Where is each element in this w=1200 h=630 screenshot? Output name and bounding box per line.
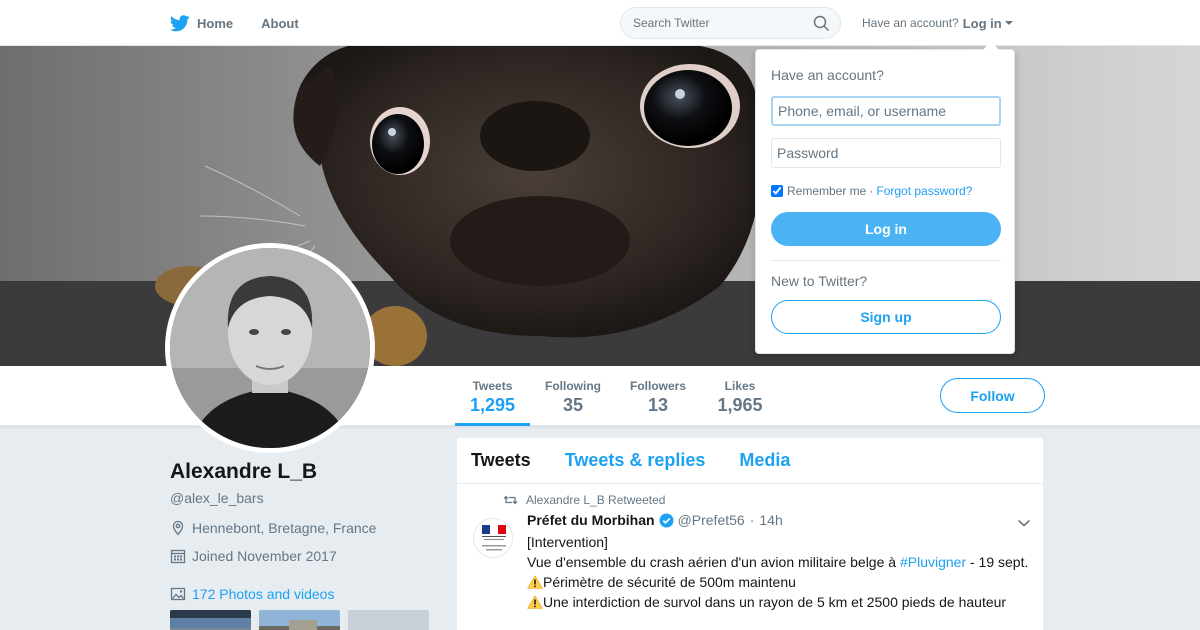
timeline: Tweets Tweets & replies Media Alexandre … (456, 437, 1044, 630)
tweet-text-segment: - 19 sept. (966, 554, 1029, 570)
avatar-photo (170, 248, 370, 448)
username-field[interactable] (771, 96, 1001, 126)
profile-avatar[interactable] (165, 243, 375, 453)
home-link[interactable]: Home (170, 14, 234, 32)
location-pin-icon (172, 520, 184, 536)
stat-following-label: Following (545, 379, 601, 393)
remember-row: Remember me · Forgot password? (771, 184, 972, 198)
login-button[interactable]: Log in (771, 212, 1001, 246)
tweet-author-name[interactable]: Préfet du Morbihan (527, 512, 655, 528)
tweet-line: [Intervention] (527, 534, 608, 550)
login-toggle-label: Log in (962, 15, 1002, 31)
signup-button[interactable]: Sign up (771, 300, 1001, 334)
hashtag-link[interactable]: #Pluvigner (900, 554, 966, 570)
remember-me-checkbox[interactable] (771, 185, 783, 197)
tweet-line: Vue d'ensemble du crash aérien d'un avio… (527, 552, 1032, 572)
tweet-header: Préfet du Morbihan @Prefet56 · 14h (527, 512, 783, 528)
remember-me-label[interactable]: Remember me (787, 184, 866, 198)
profile-sidebar: Alexandre L_B @alex_le_bars Hennebont, B… (170, 460, 440, 630)
forgot-password-link[interactable]: Forgot password? (876, 184, 972, 198)
retweet-icon (503, 495, 518, 505)
retweet-note[interactable]: Alexandre L_B Retweeted (526, 493, 665, 507)
tweet-text-segment: Vue d'ensemble du crash aérien d'un avio… (527, 554, 900, 570)
tweet-text: [Intervention] Vue d'ensemble du crash a… (527, 532, 1032, 612)
nav-left: Home About (170, 0, 327, 46)
stat-followers[interactable]: Followers 13 (622, 366, 694, 426)
profile-handle[interactable]: @alex_le_bars (170, 490, 440, 506)
joined-text: Joined November 2017 (192, 548, 337, 564)
profile-location: Hennebont, Bretagne, France (170, 520, 440, 536)
login-dropdown: Have an account? Remember me · Forgot pa… (755, 41, 1015, 354)
search-icon[interactable] (813, 15, 830, 32)
about-link[interactable]: About (261, 16, 299, 31)
stat-tweets-label: Tweets (472, 379, 513, 393)
warning-icon (527, 595, 543, 609)
profile-name[interactable]: Alexandre L_B (170, 460, 440, 484)
photo-thumbnail[interactable] (259, 610, 340, 630)
stat-followers-label: Followers (629, 379, 686, 393)
calendar-icon (170, 549, 186, 564)
search-box[interactable] (620, 7, 841, 39)
dropdown-title: Have an account? (771, 67, 884, 83)
top-navigation-bar: Home About Have an account? Log in (0, 0, 1200, 46)
photo-thumbnail[interactable] (348, 610, 429, 630)
stat-following-value: 35 (562, 395, 584, 415)
retweet-context: Alexandre L_B Retweeted (503, 493, 665, 507)
tweet-dot-separator: · (749, 512, 755, 528)
profile-joined: Joined November 2017 (170, 548, 440, 564)
remember-separator: · (869, 184, 874, 198)
tweet-author-avatar[interactable] (473, 518, 513, 558)
tab-tweets-replies[interactable]: Tweets & replies (565, 450, 706, 471)
verified-badge-icon (659, 513, 674, 527)
timeline-tabs: Tweets Tweets & replies Media (457, 438, 1043, 484)
have-account-text: Have an account? (862, 16, 959, 30)
warning-icon (527, 575, 543, 589)
tweet-line: Périmètre de sécurité de 500m maintenu (527, 572, 1032, 592)
twitter-bird-icon (170, 14, 190, 31)
home-label: Home (197, 15, 234, 31)
tweet-line: Une interdiction de survol dans un rayon… (527, 592, 1032, 612)
stat-likes-value: 1,965 (717, 395, 763, 415)
follow-button[interactable]: Follow (940, 378, 1045, 413)
photos-videos-link[interactable]: 172 Photos and videos (170, 586, 440, 602)
photos-videos-label: 172 Photos and videos (192, 586, 335, 602)
search-input[interactable] (633, 16, 803, 30)
photo-thumbnail[interactable] (170, 610, 251, 630)
tab-media[interactable]: Media (739, 450, 790, 471)
location-text: Hennebont, Bretagne, France (192, 520, 377, 536)
dropdown-divider (771, 260, 1001, 261)
stat-tweets[interactable]: Tweets 1,295 (455, 366, 530, 426)
stat-following[interactable]: Following 35 (538, 366, 608, 426)
chevron-down-icon[interactable] (1017, 518, 1031, 528)
tweet-text-segment: Une interdiction de survol dans un rayon… (543, 594, 1007, 610)
new-to-twitter-text: New to Twitter? (771, 273, 868, 289)
tab-tweets[interactable]: Tweets (471, 450, 531, 471)
stat-followers-value: 13 (647, 395, 669, 415)
photo-icon (170, 587, 186, 601)
account-area: Have an account? Log in (862, 0, 1013, 46)
tweet-text-segment: Périmètre de sécurité de 500m maintenu (543, 574, 796, 590)
stat-tweets-value: 1,295 (469, 395, 516, 415)
tweet-author-handle[interactable]: @Prefet56 (678, 512, 745, 528)
login-toggle[interactable]: Log in (963, 16, 1013, 31)
password-field[interactable] (771, 138, 1001, 168)
caret-down-icon (1004, 21, 1013, 25)
stat-likes-label: Likes (724, 379, 756, 393)
prefecture-logo (482, 525, 506, 551)
tweet-timestamp[interactable]: 14h (759, 512, 782, 528)
photo-thumbnails (170, 610, 440, 630)
stat-likes[interactable]: Likes 1,965 (710, 366, 770, 426)
